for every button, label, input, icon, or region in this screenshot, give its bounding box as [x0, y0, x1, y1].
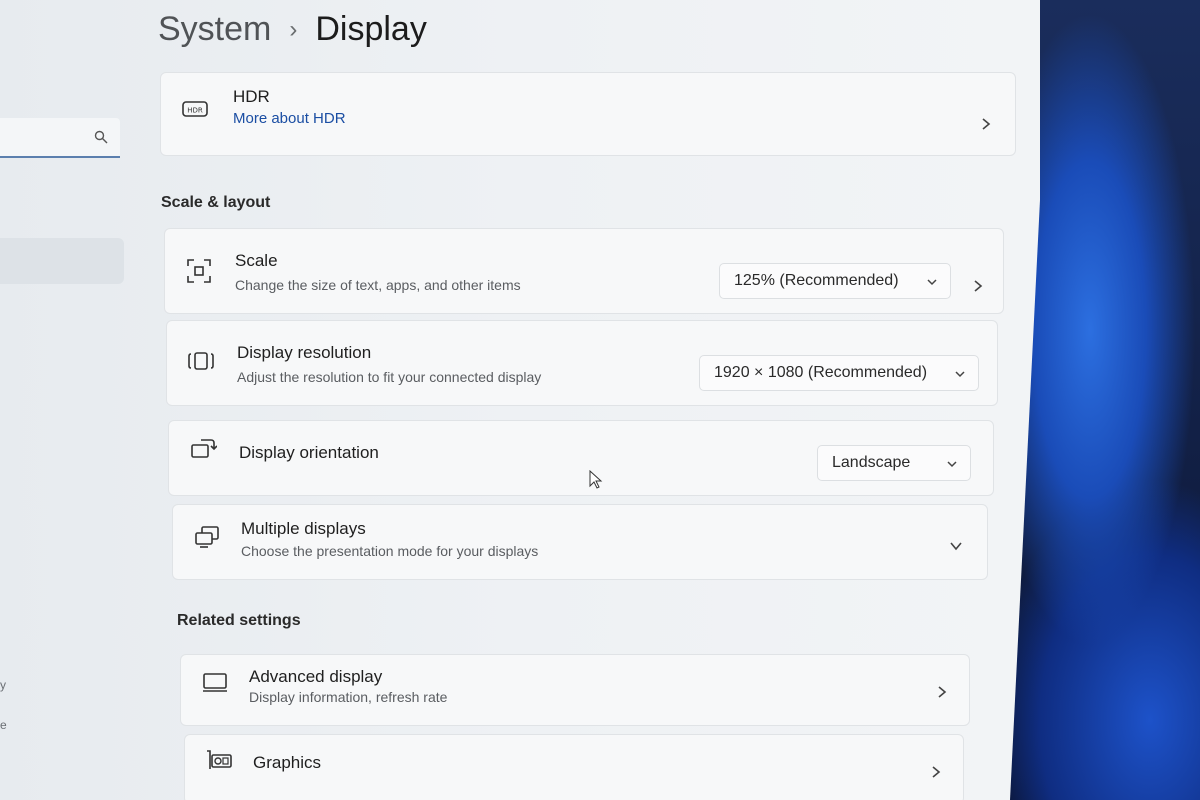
- svg-text:HDR: HDR: [187, 107, 203, 115]
- advanced-display-subtitle: Display information, refresh rate: [249, 689, 448, 705]
- display-orientation-dropdown[interactable]: Landscape: [817, 445, 971, 481]
- hdr-card[interactable]: HDR HDR More about HDR: [160, 72, 1016, 156]
- display-resolution-card[interactable]: Display resolution Adjust the resolution…: [166, 320, 998, 406]
- chevron-down-icon[interactable]: [949, 539, 963, 553]
- hdr-icon: HDR: [182, 101, 208, 117]
- breadcrumb-separator: ›: [289, 15, 298, 43]
- multiple-displays-card[interactable]: Multiple displays Choose the presentatio…: [172, 504, 988, 580]
- hdr-title: HDR: [233, 87, 270, 106]
- display-resolution-dropdown-value: 1920 × 1080 (Recommended): [714, 364, 928, 381]
- mouse-cursor-icon: [589, 470, 603, 489]
- display-orientation-dropdown-value: Landscape: [832, 454, 911, 471]
- sidebar-item-fragment[interactable]: y: [0, 678, 6, 692]
- chevron-down-icon: [947, 461, 957, 468]
- multiple-displays-subtitle: Choose the presentation mode for your di…: [241, 543, 539, 559]
- sidebar-search-input[interactable]: [0, 118, 120, 158]
- search-icon: [94, 130, 108, 144]
- graphics-card-icon: [207, 750, 232, 769]
- resolution-icon: [188, 352, 214, 370]
- display-orientation-title: Display orientation: [239, 443, 379, 462]
- section-title-related-settings: Related settings: [177, 612, 301, 629]
- settings-window: y e System › Display HDR HDR More about …: [0, 0, 1040, 800]
- advanced-display-title: Advanced display: [249, 667, 383, 686]
- monitor-icon: [203, 673, 227, 692]
- scale-card[interactable]: Scale Change the size of text, apps, and…: [164, 228, 1004, 314]
- chevron-right-icon: [938, 686, 947, 698]
- scale-subtitle: Change the size of text, apps, and other…: [235, 277, 521, 293]
- chevron-right-icon: [932, 766, 941, 778]
- multiple-displays-icon: [195, 526, 219, 548]
- sidebar-item-fragment[interactable]: e: [0, 718, 7, 732]
- graphics-title: Graphics: [253, 753, 322, 772]
- chevron-down-icon: [927, 279, 937, 286]
- scale-icon: [187, 259, 211, 283]
- section-title-scale-layout: Scale & layout: [161, 194, 271, 211]
- chevron-right-icon: [982, 118, 991, 130]
- display-resolution-title: Display resolution: [237, 343, 372, 362]
- scale-dropdown[interactable]: 125% (Recommended): [719, 263, 951, 299]
- advanced-display-card[interactable]: Advanced display Display information, re…: [180, 654, 970, 726]
- chevron-down-icon: [955, 371, 965, 378]
- more-about-hdr-link[interactable]: More about HDR: [233, 110, 346, 127]
- sidebar-item-system[interactable]: [0, 238, 124, 284]
- breadcrumb: System › Display: [158, 10, 427, 49]
- chevron-right-icon[interactable]: [971, 279, 985, 293]
- multiple-displays-title: Multiple displays: [241, 519, 366, 538]
- graphics-card[interactable]: Graphics: [184, 734, 964, 800]
- page-title: Display: [315, 10, 427, 48]
- display-orientation-card[interactable]: Display orientation Landscape: [168, 420, 994, 496]
- orientation-icon: [191, 439, 217, 458]
- scale-dropdown-value: 125% (Recommended): [734, 272, 899, 289]
- breadcrumb-system[interactable]: System: [158, 10, 271, 49]
- display-resolution-dropdown[interactable]: 1920 × 1080 (Recommended): [699, 355, 979, 391]
- scale-title: Scale: [235, 251, 278, 270]
- display-resolution-subtitle: Adjust the resolution to fit your connec…: [237, 369, 542, 385]
